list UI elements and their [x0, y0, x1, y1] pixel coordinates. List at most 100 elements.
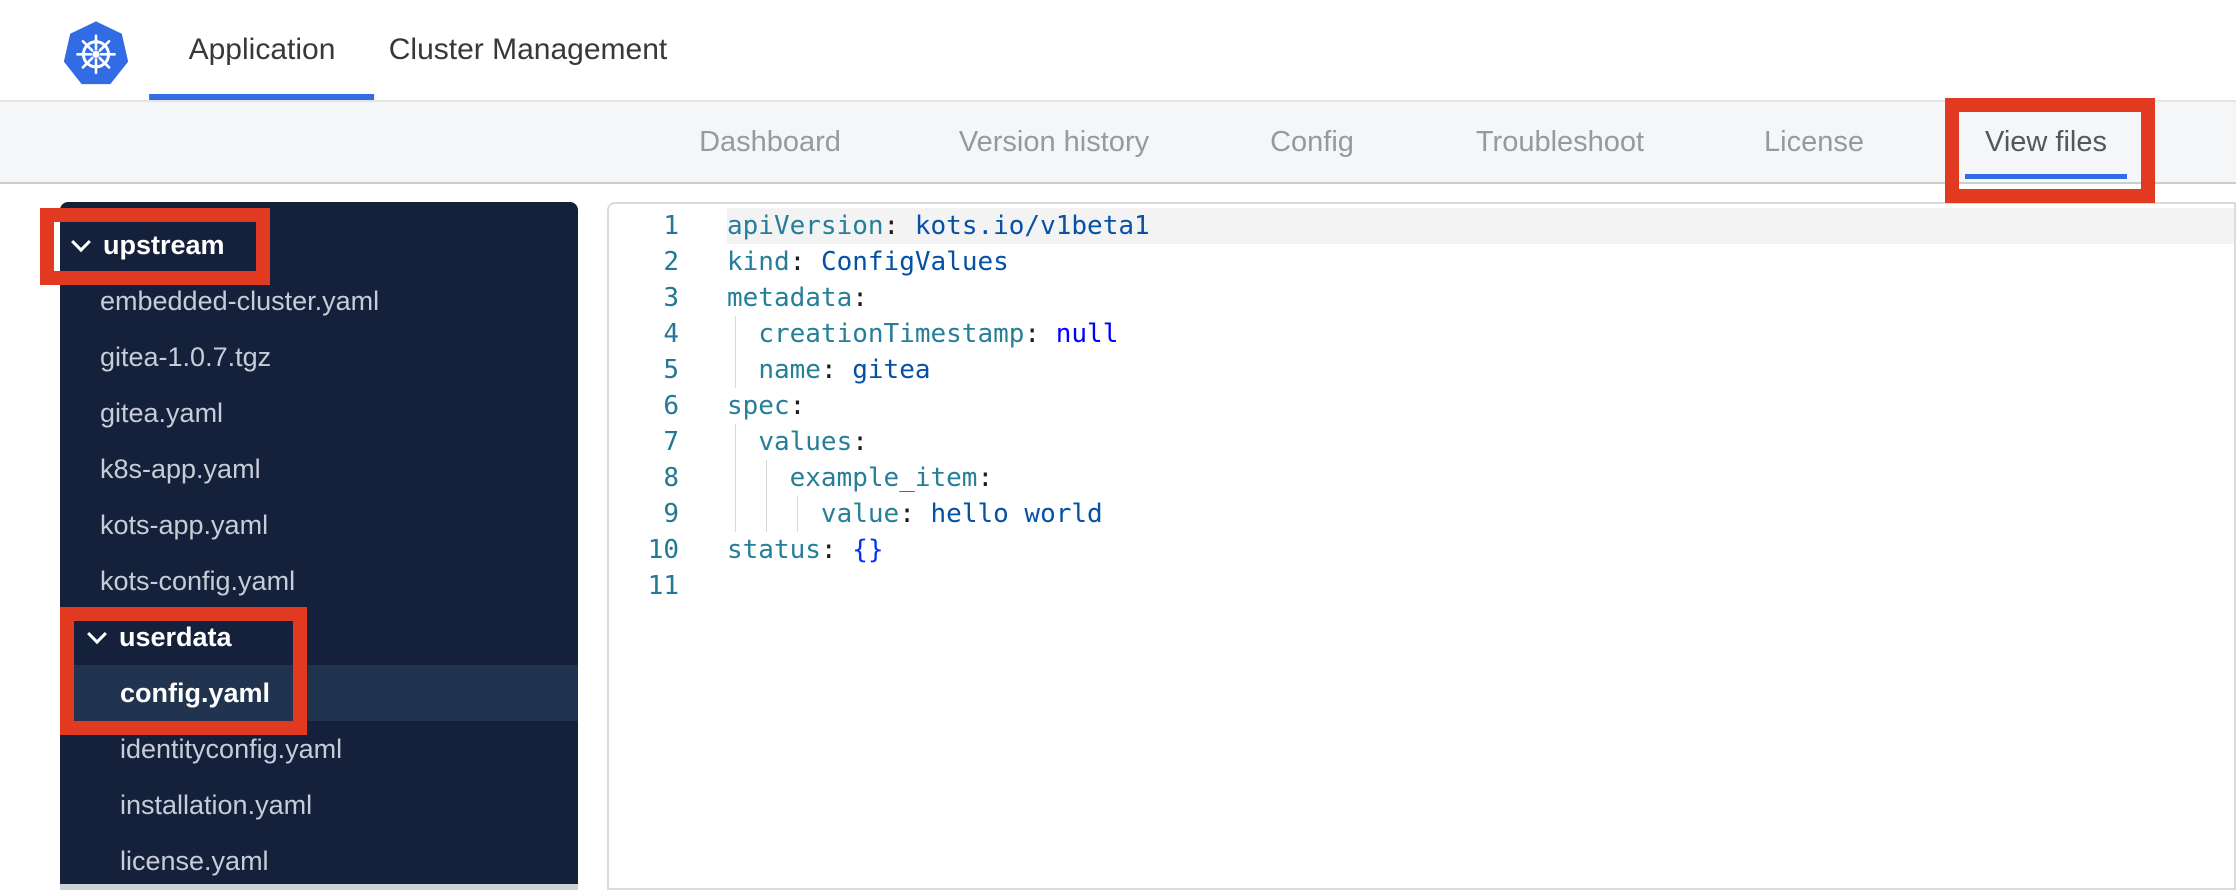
tree-item-label: gitea-1.0.7.tgz: [100, 341, 272, 372]
token-sp: [727, 499, 821, 529]
token-sp: [727, 355, 758, 385]
code-line-2[interactable]: 2 kind: ConfigValues: [609, 244, 2234, 280]
token-str: hello world: [930, 499, 1103, 529]
token-key: example_item: [789, 463, 978, 493]
folder-userdata[interactable]: userdata: [60, 609, 578, 665]
line-number: 7: [663, 427, 679, 457]
token-pun: :: [883, 211, 915, 241]
tree-item-label: kots-app.yaml: [100, 509, 269, 540]
code-content: value: hello world: [727, 496, 2234, 532]
indent-guide: [735, 316, 736, 352]
chevron-down-icon: [87, 624, 107, 645]
code-line-9[interactable]: 9 value: hello world: [609, 496, 2234, 532]
tree-item-label: k8s-app.yaml: [100, 453, 261, 484]
kots-admin-console: Application Cluster Management Dashboard V…: [0, 0, 2236, 890]
tree-item-label: gitea.yaml: [100, 397, 224, 428]
nav-tab-dashboard[interactable]: Dashboard: [699, 102, 841, 182]
code-line-11[interactable]: 11: [609, 568, 2234, 604]
tree-item-label: identityconfig.yaml: [120, 733, 343, 764]
code-content: creationTimestamp: null: [727, 316, 2234, 352]
token-key: name: [758, 355, 821, 385]
file-k8s-app-yaml[interactable]: k8s-app.yaml: [60, 441, 578, 497]
file-tree: upstream embedded-cluster.yaml gitea-1.0.7…: [60, 217, 578, 889]
code-line-7[interactable]: 7 values:: [609, 424, 2234, 460]
line-number: 8: [663, 463, 679, 493]
line-number: 2: [663, 247, 679, 277]
line-number: 11: [647, 571, 679, 601]
code-content: kind: ConfigValues: [727, 244, 2234, 280]
code-content: name: gitea: [727, 352, 2234, 388]
code-lines: 1 apiVersion: kots.io/v1beta1 2 kind: Confi…: [609, 208, 2234, 604]
token-pun: :: [899, 499, 931, 529]
code-line-1[interactable]: 1 apiVersion: kots.io/v1beta1: [609, 208, 2234, 244]
horizontal-scrollbar[interactable]: [60, 884, 578, 890]
nav-tab-version-history[interactable]: Version history: [959, 102, 1149, 182]
tree-item-label: userdata: [119, 621, 232, 652]
tree-item-label: installation.yaml: [120, 789, 313, 820]
file-license-yaml[interactable]: license.yaml: [60, 833, 578, 889]
token-pun: :: [977, 463, 994, 493]
token-key: metadata: [727, 283, 853, 313]
token-key: apiVersion: [727, 211, 884, 241]
token-pun: :: [852, 427, 868, 457]
indent-guide: [735, 352, 736, 388]
line-number: 3: [663, 283, 679, 313]
file-identityconfig-yaml[interactable]: identityconfig.yaml: [60, 721, 578, 777]
token-key: value: [820, 499, 900, 529]
file-kots-config-yaml[interactable]: kots-config.yaml: [60, 553, 578, 609]
nav-tab-view-files[interactable]: View files: [1985, 102, 2107, 182]
code-line-10[interactable]: 10 status: {}: [609, 532, 2234, 568]
nav-tab-license[interactable]: License: [1764, 102, 1864, 182]
file-tree-sidebar: upstream embedded-cluster.yaml gitea-1.0.7…: [60, 202, 578, 890]
indent-guide: [735, 424, 736, 460]
token-str: gitea: [852, 355, 931, 385]
file-gitea-1-0-7-tgz[interactable]: gitea-1.0.7.tgz: [60, 329, 578, 385]
file-embedded-cluster-yaml[interactable]: embedded-cluster.yaml: [60, 273, 578, 329]
code-line-5[interactable]: 5 name: gitea: [609, 352, 2234, 388]
code-content: metadata:: [727, 280, 2234, 316]
nav-tab-troubleshoot[interactable]: Troubleshoot: [1476, 102, 1644, 182]
tree-item-label: kots-config.yaml: [100, 565, 296, 596]
token-key: status: [727, 535, 821, 565]
token-str: ConfigValues: [820, 247, 1009, 277]
token-pun: :: [852, 283, 868, 313]
tree-item-label: config.yaml: [120, 677, 271, 708]
file-kots-app-yaml[interactable]: kots-app.yaml: [60, 497, 578, 553]
token-br: {}: [852, 535, 884, 565]
line-number: 5: [663, 355, 679, 385]
app-header: Application Cluster Management: [0, 0, 2236, 102]
code-content: [727, 568, 2234, 604]
nav-tab-config[interactable]: Config: [1270, 102, 1354, 182]
code-content: apiVersion: kots.io/v1beta1: [727, 208, 2234, 244]
token-pun: :: [789, 391, 806, 421]
code-line-8[interactable]: 8 example_item:: [609, 460, 2234, 496]
header-tab-application[interactable]: Application: [189, 0, 336, 100]
code-content: example_item:: [727, 460, 2234, 496]
token-key: kind: [727, 247, 790, 277]
code-line-6[interactable]: 6 spec:: [609, 388, 2234, 424]
code-content: values:: [727, 424, 2234, 460]
folder-upstream[interactable]: upstream: [60, 217, 578, 273]
indent-guide: [735, 496, 736, 532]
app-nav: Dashboard Version history Config Troublesho…: [0, 102, 2236, 184]
token-key: creationTimestamp: [758, 319, 1025, 349]
token-pun: :: [820, 355, 853, 385]
token-key: values: [758, 427, 853, 457]
chevron-down-icon: [71, 232, 91, 253]
file-config-yaml[interactable]: config.yaml: [60, 665, 578, 721]
indent-guide: [735, 460, 736, 496]
tree-item-label: embedded-cluster.yaml: [100, 285, 380, 316]
header-tab-cluster-management[interactable]: Cluster Management: [389, 0, 667, 100]
code-content: status: {}: [727, 532, 2234, 568]
token-sp: [727, 463, 790, 493]
code-line-4[interactable]: 4 creationTimestamp: null: [609, 316, 2234, 352]
token-sp: [727, 427, 758, 457]
file-installation-yaml[interactable]: installation.yaml: [60, 777, 578, 833]
token-key: spec: [727, 391, 790, 421]
indent-guide: [766, 496, 768, 532]
token-kw: null: [1055, 319, 1119, 349]
file-gitea-yaml[interactable]: gitea.yaml: [60, 385, 578, 441]
code-line-3[interactable]: 3 metadata:: [609, 280, 2234, 316]
kubernetes-logo: [63, 21, 129, 85]
file-editor[interactable]: 1 apiVersion: kots.io/v1beta1 2 kind: Confi…: [607, 202, 2236, 890]
